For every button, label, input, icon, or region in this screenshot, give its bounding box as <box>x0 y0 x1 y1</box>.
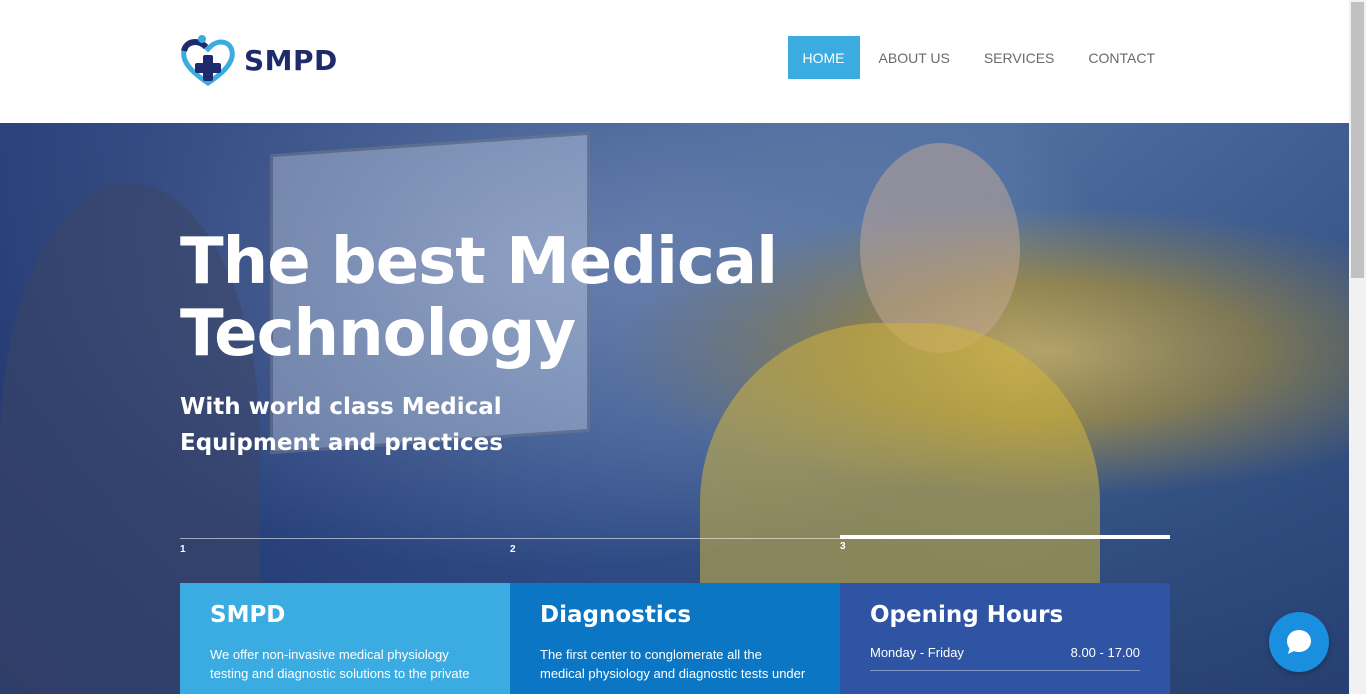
page-scrollbar[interactable] <box>1349 0 1366 694</box>
hours-row: Monday - Friday 8.00 - 17.00 <box>870 645 1140 671</box>
hero-title-line1: The best Medical <box>180 225 778 299</box>
info-box-title: Diagnostics <box>540 602 692 628</box>
nav-services[interactable]: SERVICES <box>969 36 1070 79</box>
slide-tab-number: 1 <box>180 544 186 555</box>
info-box-diagnostics: Diagnostics The first center to conglome… <box>510 583 840 694</box>
chat-bubble-icon <box>1287 630 1311 654</box>
info-boxes: SMPD We offer non-invasive medical physi… <box>180 583 1170 694</box>
hero-slider: The best Medical Technology With world c… <box>0 123 1349 694</box>
slide-tab-2[interactable]: 2 <box>510 538 840 558</box>
info-box-smpd: SMPD We offer non-invasive medical physi… <box>180 583 510 694</box>
hero-subtitle: With world class Medical Equipment and p… <box>180 389 520 461</box>
chat-launcher-button[interactable] <box>1269 612 1329 672</box>
info-box-title: Opening Hours <box>870 602 1064 628</box>
hours-time: 8.00 - 17.00 <box>1070 645 1140 660</box>
slide-tab-1[interactable]: 1 <box>180 538 510 558</box>
hero-title: The best Medical Technology <box>180 226 880 370</box>
info-box-text-line: We offer non-invasive medical physiology <box>210 647 449 662</box>
info-box-text-line: testing and diagnostic solutions to the … <box>210 666 470 681</box>
info-box-text: The first center to conglomerate all the… <box>540 645 810 683</box>
info-box-text-line: The first center to conglomerate all the <box>540 647 762 662</box>
site-header: SMPD HOME ABOUT US SERVICES CONTACT <box>0 0 1349 123</box>
hero-subtitle-line1: With world class Medical <box>180 394 502 420</box>
slide-tab-number: 2 <box>510 544 516 555</box>
hero-subtitle-line2: Equipment and practices <box>180 430 503 456</box>
hero-title-line2: Technology <box>180 297 576 371</box>
slider-pagination: 1 2 3 <box>180 535 1170 558</box>
info-box-text: We offer non-invasive medical physiology… <box>210 645 480 683</box>
hours-day: Monday - Friday <box>870 645 964 660</box>
info-box-opening-hours: Opening Hours Monday - Friday 8.00 - 17.… <box>840 583 1170 694</box>
info-box-title: SMPD <box>210 602 286 628</box>
hero-background-patient-head <box>860 143 1020 353</box>
nav-contact[interactable]: CONTACT <box>1073 36 1170 79</box>
heart-cross-icon <box>181 35 235 87</box>
nav-about-us[interactable]: ABOUT US <box>864 36 965 79</box>
logo-text: SMPD <box>244 43 338 77</box>
info-box-text-line: medical physiology and diagnostic tests … <box>540 666 806 681</box>
slide-tab-number: 3 <box>840 541 846 552</box>
slide-tab-3[interactable]: 3 <box>840 535 1170 558</box>
nav-home[interactable]: HOME <box>787 36 860 79</box>
scrollbar-thumb[interactable] <box>1351 2 1364 278</box>
logo[interactable]: SMPD <box>180 33 338 87</box>
main-nav: HOME ABOUT US SERVICES CONTACT <box>787 36 1170 79</box>
